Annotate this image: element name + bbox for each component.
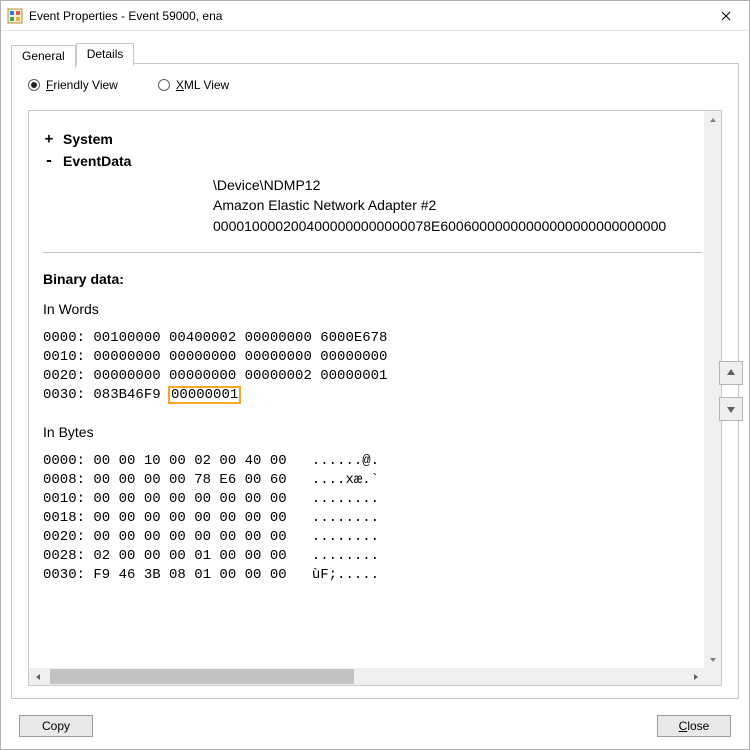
horizontal-scrollbar[interactable] xyxy=(29,668,704,685)
copy-button-label: Copy xyxy=(42,719,70,733)
details-content-pane: + System - EventData \Device\NDMP12 Amaz… xyxy=(28,110,722,686)
radio-checked-icon xyxy=(28,79,40,91)
scroll-down-icon xyxy=(704,651,721,668)
expand-icon: + xyxy=(43,131,55,147)
scrollbar-corner xyxy=(704,668,721,685)
next-event-button[interactable] xyxy=(719,397,743,421)
tree-eventdata-row[interactable]: - EventData xyxy=(43,153,702,169)
window-title: Event Properties - Event 59000, ena xyxy=(29,9,703,23)
friendly-view-label: Friendly View xyxy=(46,78,118,92)
tree-system-row[interactable]: + System xyxy=(43,131,702,147)
tree-eventdata-label: EventData xyxy=(63,153,131,169)
eventdata-raw: 0000100002004000000000000078E60060000000… xyxy=(213,216,702,236)
binary-data-heading: Binary data: xyxy=(43,271,702,287)
close-button[interactable]: Close xyxy=(657,715,731,737)
arrow-down-icon xyxy=(725,403,737,415)
tree-system-label: System xyxy=(63,131,113,147)
event-properties-window: Event Properties - Event 59000, ena Gene… xyxy=(0,0,750,750)
in-words-heading: In Words xyxy=(43,301,702,317)
titlebar: Event Properties - Event 59000, ena xyxy=(1,1,749,31)
app-icon xyxy=(7,8,23,24)
binary-bytes-dump: 0000: 00 00 10 00 02 00 40 00 ......@. 0… xyxy=(43,452,702,584)
details-tab-page: Friendly View XML View + System - EventD… xyxy=(11,63,739,699)
window-close-button[interactable] xyxy=(703,1,749,31)
horizontal-scrollbar-thumb[interactable] xyxy=(50,669,354,684)
client-area: General Details Friendly View XML View + xyxy=(1,31,749,749)
tab-details[interactable]: Details xyxy=(76,43,135,66)
binary-words-dump: 0000: 00100000 00400002 00000000 6000E67… xyxy=(43,329,702,405)
prev-event-button[interactable] xyxy=(719,361,743,385)
view-mode-radios: Friendly View XML View xyxy=(28,78,229,92)
collapse-icon: - xyxy=(43,153,55,169)
eventdata-device: \Device\NDMP12 xyxy=(213,175,702,195)
scroll-up-icon xyxy=(704,111,721,128)
close-button-label: Close xyxy=(679,719,710,733)
vertical-scrollbar[interactable] xyxy=(704,111,721,668)
scroll-right-icon xyxy=(687,668,704,685)
xml-view-radio[interactable]: XML View xyxy=(158,78,229,92)
divider xyxy=(43,252,702,253)
radio-unchecked-icon xyxy=(158,79,170,91)
xml-view-label: XML View xyxy=(176,78,229,92)
eventdata-adapter: Amazon Elastic Network Adapter #2 xyxy=(213,195,702,215)
tabs-strip: General Details xyxy=(11,43,134,66)
scroll-left-icon xyxy=(29,668,46,685)
friendly-view-radio[interactable]: Friendly View xyxy=(28,78,118,92)
copy-button[interactable]: Copy xyxy=(19,715,93,737)
in-bytes-heading: In Bytes xyxy=(43,424,702,440)
tab-general[interactable]: General xyxy=(11,45,76,68)
arrow-up-icon xyxy=(725,367,737,379)
close-icon xyxy=(721,11,731,21)
details-content-scroll: + System - EventData \Device\NDMP12 Amaz… xyxy=(29,111,704,668)
eventdata-values: \Device\NDMP12 Amazon Elastic Network Ad… xyxy=(213,175,702,236)
highlighted-word: 00000001 xyxy=(169,387,240,403)
